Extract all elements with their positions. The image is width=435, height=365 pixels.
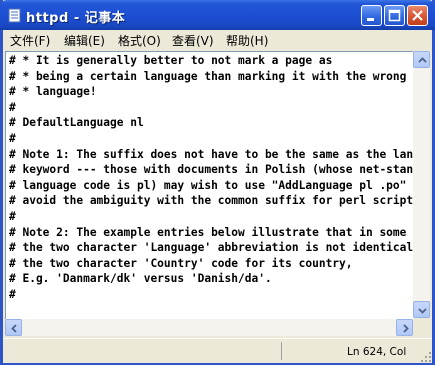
menu-help[interactable]: 帮助(H)	[226, 32, 268, 49]
menu-file[interactable]: 文件(F)	[10, 32, 50, 49]
notepad-window: httpd - 记事本 文件(F) 编辑(E) 格式(O) 查看(V) 帮助(H…	[0, 0, 435, 365]
scroll-right-button[interactable]	[396, 319, 413, 336]
close-button[interactable]	[407, 5, 428, 26]
maximize-button[interactable]	[384, 5, 405, 26]
status-bar: Ln 624, Col	[3, 338, 432, 363]
notepad-app-icon	[8, 8, 21, 23]
resize-grip-icon[interactable]	[420, 351, 432, 363]
menu-bar: 文件(F) 编辑(E) 格式(O) 查看(V) 帮助(H)	[3, 30, 432, 49]
status-divider	[281, 342, 282, 360]
horizontal-scrollbar[interactable]	[5, 319, 413, 336]
text-line: # E.g. 'Danmark/dk' versus 'Danish/da'.	[9, 272, 272, 286]
text-line: # * language!	[9, 85, 97, 99]
maximize-icon	[388, 9, 401, 22]
menu-format[interactable]: 格式(O)	[118, 32, 161, 49]
text-line: # avoid the ambiguity with the common su…	[9, 194, 413, 208]
title-bar[interactable]: httpd - 记事本	[0, 0, 435, 30]
text-line: # the two character 'Country' code for i…	[9, 256, 353, 270]
chevron-right-icon	[403, 324, 409, 333]
menu-view[interactable]: 查看(V)	[172, 32, 214, 49]
scroll-up-button[interactable]	[413, 51, 430, 68]
window-title: httpd - 记事本	[26, 11, 126, 26]
scroll-down-button[interactable]	[413, 301, 430, 318]
text-line: # Note 1: The suffix does not have to be…	[9, 147, 413, 161]
text-line: # language code is pl) may wish to use "…	[9, 178, 413, 192]
minimize-button[interactable]	[361, 5, 382, 26]
text-line: # DefaultLanguage nl	[9, 116, 144, 130]
text-line: #	[9, 288, 16, 301]
scroll-left-button[interactable]	[5, 319, 22, 336]
text-line: #	[9, 100, 16, 114]
text-line: # keyword --- those with documents in Po…	[9, 163, 413, 177]
text-line: #	[9, 210, 16, 223]
text-editor[interactable]: # * It is generally better to not mark a…	[5, 51, 413, 319]
close-icon	[412, 10, 423, 21]
text-line: # Note 2: The example entries below illu…	[9, 225, 413, 239]
text-line: # * being a certain language than markin…	[9, 69, 407, 83]
text-line: # the two character 'Language' abbreviat…	[9, 241, 413, 255]
vertical-scrollbar[interactable]	[413, 51, 430, 318]
cursor-position: Ln 624, Col	[347, 346, 407, 358]
minimize-icon	[367, 18, 374, 21]
text-line: # * It is generally better to not mark a…	[9, 54, 333, 67]
chevron-up-icon	[418, 57, 427, 63]
chevron-left-icon	[11, 324, 17, 333]
menu-edit[interactable]: 编辑(E)	[64, 32, 105, 49]
chevron-down-icon	[418, 308, 427, 314]
text-line: #	[9, 132, 16, 145]
scrollbar-corner	[413, 319, 430, 336]
